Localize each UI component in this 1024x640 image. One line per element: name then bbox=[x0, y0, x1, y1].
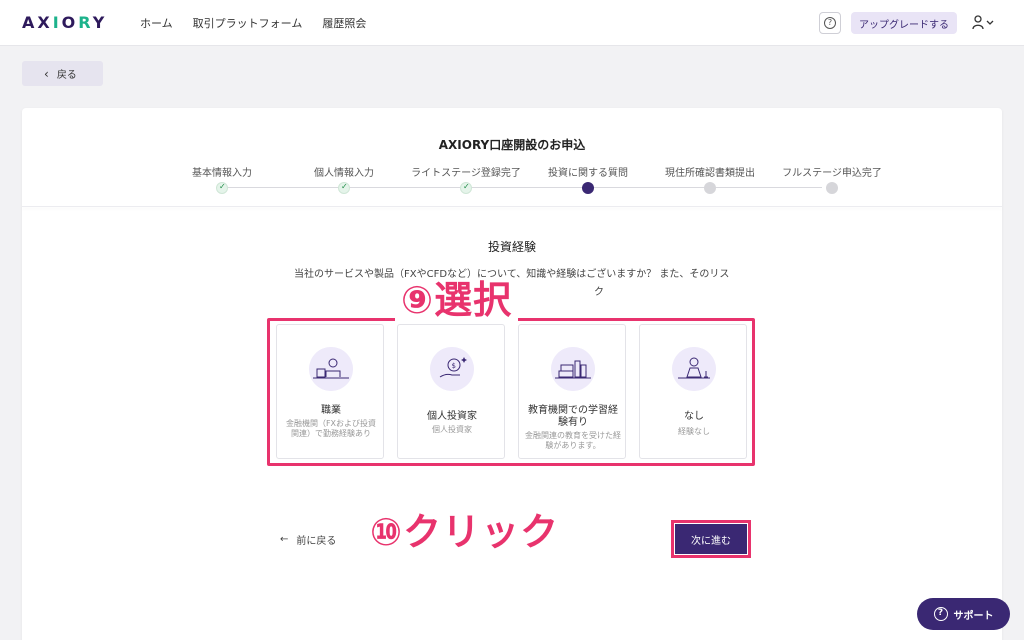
step-label: 現住所確認書類提出 bbox=[665, 168, 755, 179]
annotation-click-label: ⑩クリック bbox=[370, 510, 560, 554]
axiory-logo[interactable]: AXIORY bbox=[22, 13, 107, 33]
nav-trading-platform[interactable]: 取引プラットフォーム bbox=[193, 15, 303, 31]
stepper-line bbox=[222, 187, 822, 188]
page-title: AXIORY口座開設のお申込 bbox=[438, 138, 586, 152]
top-header: AXIORY ホーム 取引プラットフォーム 履歴照会 ? アップグレードする bbox=[0, 0, 1024, 46]
previous-link[interactable]: ← 前に戻る bbox=[280, 532, 336, 547]
option-subtitle: 金融機関（FXおよび投資関連）で勤務経験あり bbox=[285, 419, 377, 438]
step-label: 個人情報入力 bbox=[314, 168, 374, 179]
option-none[interactable]: なし 経験なし bbox=[639, 324, 747, 459]
back-label: 戻る bbox=[56, 70, 77, 81]
step-done-icon bbox=[338, 182, 350, 194]
step-current-icon bbox=[582, 182, 594, 194]
back-button[interactable]: ‹ 戻る bbox=[22, 61, 103, 86]
office-worker-icon bbox=[309, 347, 353, 391]
support-button[interactable]: ? サポート bbox=[917, 598, 1010, 630]
step-2: 個人情報入力 bbox=[284, 164, 404, 194]
option-title: なし bbox=[684, 411, 704, 422]
nav-history[interactable]: 履歴照会 bbox=[322, 15, 366, 31]
question-title: 投資経験 bbox=[487, 240, 536, 254]
step-1: 基本情報入力 bbox=[162, 164, 282, 194]
option-education[interactable]: 教育機関での学習経験有り 金融関連の教育を受けた経験があります。 bbox=[518, 324, 626, 459]
option-title: 個人投資家 bbox=[427, 411, 477, 422]
step-label: フルステージ申込完了 bbox=[782, 168, 882, 179]
step-6: フルステージ申込完了 bbox=[772, 164, 892, 194]
step-label: 投資に関する質問 bbox=[548, 168, 628, 179]
chevron-left-icon: ‹ bbox=[44, 66, 49, 81]
application-card: AXIORY口座開設のお申込 基本情報入力 個人情報入力 ライトステージ登録完了… bbox=[22, 108, 1002, 640]
step-label: 基本情報入力 bbox=[192, 168, 252, 179]
support-label: サポート bbox=[953, 610, 994, 622]
question-icon: ? bbox=[824, 17, 836, 29]
option-title: 職業 bbox=[321, 405, 341, 416]
user-menu-icon[interactable] bbox=[972, 14, 994, 32]
step-pending-icon bbox=[704, 182, 716, 194]
annotation-select-label: ⑨選択 bbox=[395, 278, 519, 322]
nav-home[interactable]: ホーム bbox=[140, 15, 173, 31]
main-nav: ホーム 取引プラットフォーム 履歴照会 bbox=[140, 15, 366, 31]
step-done-icon bbox=[460, 182, 472, 194]
upgrade-button[interactable]: アップグレードする bbox=[851, 12, 957, 34]
step-3: ライトステージ登録完了 bbox=[406, 164, 526, 194]
option-occupation[interactable]: 職業 金融機関（FXおよび投資関連）で勤務経験あり bbox=[276, 324, 384, 459]
step-5: 現住所確認書類提出 bbox=[650, 164, 770, 194]
option-title: 教育機関での学習経験有り bbox=[528, 405, 618, 428]
help-button[interactable]: ? bbox=[819, 12, 841, 34]
option-subtitle: 個人投資家 bbox=[432, 425, 472, 434]
coin-hand-icon: $ bbox=[430, 347, 474, 391]
arrow-left-icon: ← bbox=[280, 534, 289, 545]
step-label: ライトステージ登録完了 bbox=[411, 168, 521, 179]
step-pending-icon bbox=[826, 182, 838, 194]
next-button[interactable]: 次に進む bbox=[675, 524, 747, 554]
card-divider bbox=[22, 206, 1002, 207]
books-icon bbox=[551, 347, 595, 391]
option-subtitle: 金融関連の教育を受けた経験があります。 bbox=[525, 431, 621, 450]
option-subtitle: 経験なし bbox=[678, 427, 710, 436]
step-4: 投資に関する質問 bbox=[528, 164, 648, 194]
svg-text:$: $ bbox=[452, 362, 456, 370]
step-done-icon bbox=[216, 182, 228, 194]
question-icon: ? bbox=[933, 607, 948, 621]
person-meditating-icon bbox=[672, 347, 716, 391]
option-individual-investor[interactable]: $ 個人投資家 個人投資家 bbox=[397, 324, 505, 459]
previous-label: 前に戻る bbox=[296, 536, 337, 547]
progress-stepper: 基本情報入力 個人情報入力 ライトステージ登録完了 投資に関する質問 現住所確認… bbox=[162, 164, 882, 200]
